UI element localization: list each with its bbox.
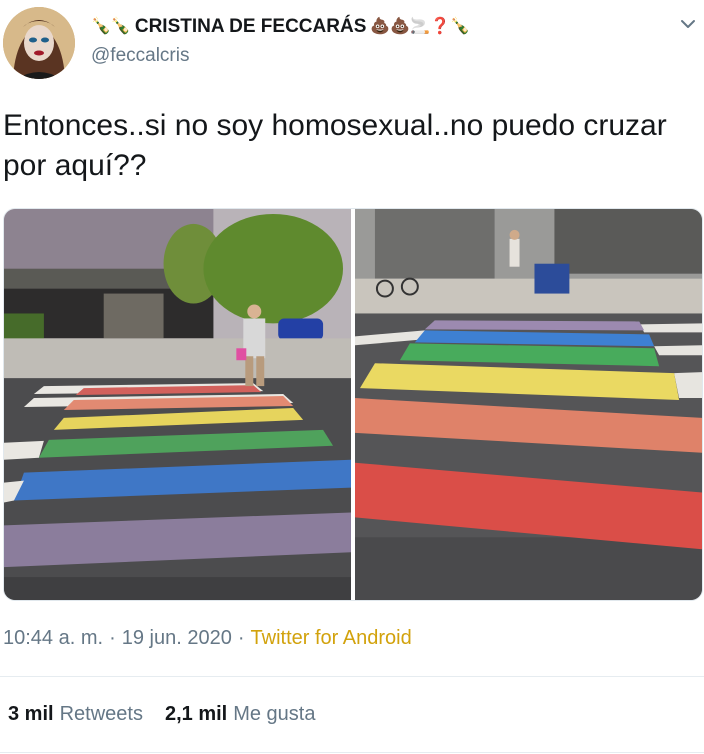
- tweet-text: Entonces..si no soy homosexual..no puedo…: [3, 109, 667, 182]
- meta-separator: ·: [109, 627, 116, 649]
- tweet-meta: 10:44 a. m. · 19 jun. 2020 · Twitter for…: [3, 627, 412, 650]
- profile-photo: [3, 7, 75, 79]
- emoji-suffix: 💩💩🚬❓🍾: [370, 18, 470, 35]
- author-name-row[interactable]: 🍾🍾 CRISTINA DE FECCARÁS 💩💩🚬❓🍾: [91, 14, 470, 40]
- divider-top: [0, 676, 704, 677]
- chevron-down-icon[interactable]: [678, 14, 698, 34]
- divider-bottom: [0, 752, 704, 753]
- author-handle[interactable]: @feccalcris: [91, 45, 189, 67]
- photo-crosswalk-left[interactable]: [4, 209, 351, 600]
- tweet-media[interactable]: [3, 208, 703, 601]
- likes-count: 2,1 mil: [164, 703, 228, 725]
- tweet-time[interactable]: 10:44 a. m.: [3, 627, 103, 650]
- retweets-count: 3 mil: [8, 703, 54, 725]
- likes-label: Me gusta: [233, 703, 316, 725]
- tweet-stats: 3 mil Retweets 2,1 mil Me gusta: [8, 703, 315, 726]
- photo-crosswalk-right[interactable]: [355, 209, 702, 600]
- tweet-date[interactable]: 19 jun. 2020: [122, 627, 232, 650]
- meta-separator-2: ·: [237, 627, 245, 649]
- retweets-stat[interactable]: 3 mil Retweets: [8, 703, 143, 726]
- emoji-prefix: 🍾🍾: [91, 18, 131, 35]
- author-display-name[interactable]: CRISTINA DE FECCARÁS: [135, 16, 367, 38]
- tweet-source[interactable]: Twitter for Android: [251, 627, 412, 650]
- retweets-label: Retweets: [59, 703, 143, 725]
- avatar[interactable]: [3, 7, 75, 79]
- likes-stat[interactable]: 2,1 mil Me gusta: [165, 703, 316, 726]
